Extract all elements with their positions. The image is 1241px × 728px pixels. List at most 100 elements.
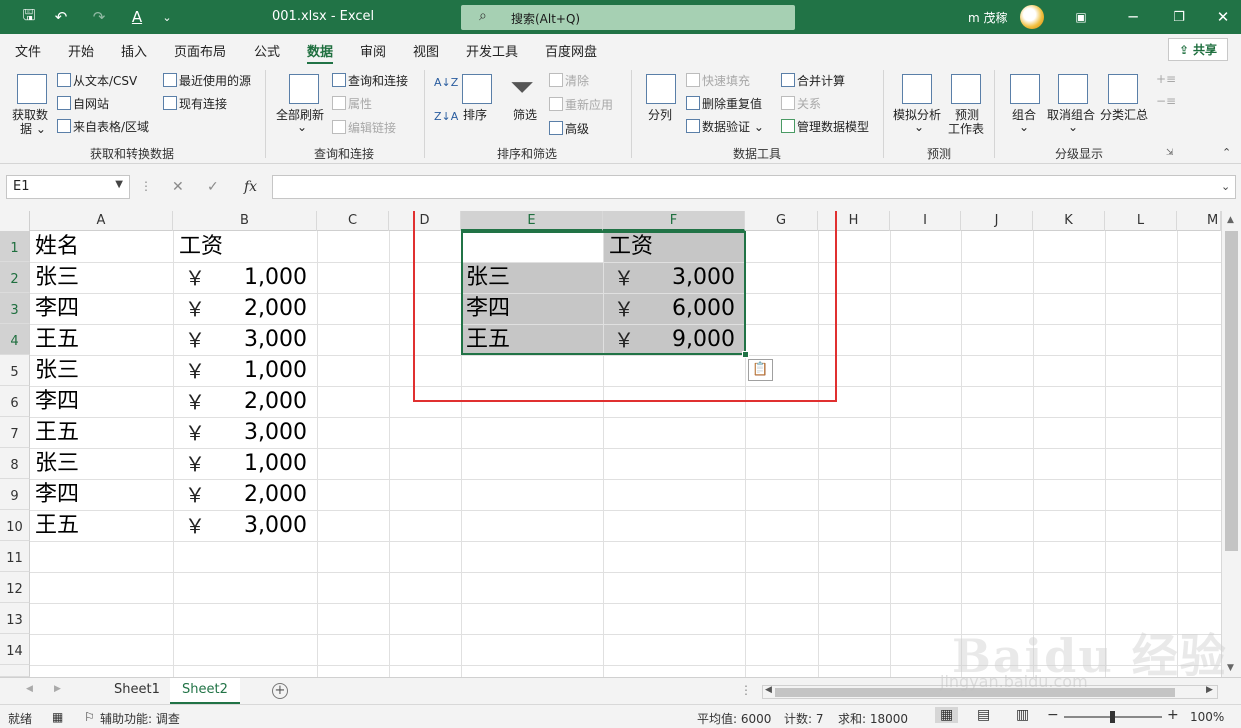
ungroup-dropdown-icon[interactable]: ⌄ xyxy=(1068,120,1078,134)
row-header-14[interactable]: 14 xyxy=(0,634,30,665)
queries-connections-button[interactable]: 查询和连接 xyxy=(332,72,408,89)
row-header-10[interactable]: 10 xyxy=(0,510,30,541)
flash-fill-button[interactable]: 快速填充 xyxy=(686,72,750,89)
cell-a5[interactable]: 张三 xyxy=(35,356,79,386)
edit-links-button[interactable]: 编辑链接 xyxy=(332,119,396,136)
customize-qat-icon[interactable]: ⌄ xyxy=(156,7,178,27)
scroll-thumb[interactable] xyxy=(1225,231,1238,551)
status-count[interactable]: 计数: 7 xyxy=(784,710,824,727)
forecast-sheet-button-l2[interactable]: 工作表 xyxy=(948,120,984,137)
column-header-l[interactable]: L xyxy=(1105,211,1177,231)
column-header-j[interactable]: J xyxy=(961,211,1033,231)
tab-file[interactable]: 文件 xyxy=(15,41,41,60)
cell-a6[interactable]: 李四 xyxy=(35,387,79,417)
reapply-button[interactable]: 重新应用 xyxy=(549,96,613,113)
page-layout-icon[interactable]: ▤ xyxy=(977,707,990,723)
dialog-launcher-icon[interactable]: ⇲ xyxy=(1166,148,1174,158)
row-header-7[interactable]: 7 xyxy=(0,417,30,448)
formula-input[interactable] xyxy=(272,175,1236,199)
status-sum[interactable]: 求和: 18000 xyxy=(838,710,908,727)
relationships-button[interactable]: 关系 xyxy=(781,95,821,112)
consolidate-button[interactable]: 合并计算 xyxy=(781,72,845,89)
macro-record-icon[interactable]: ▦ xyxy=(52,710,63,724)
search-box[interactable]: ⌕ 搜索(Alt+Q) xyxy=(461,5,795,30)
tab-view[interactable]: 视图 xyxy=(413,41,439,60)
avatar[interactable] xyxy=(1020,5,1044,29)
user-name[interactable]: m 茂稼 xyxy=(968,9,1008,26)
get-data-button-l2[interactable]: 据 ⌄ xyxy=(20,120,46,137)
cell-b6[interactable]: 2,000 xyxy=(233,387,307,417)
scroll-left-icon[interactable]: ◀ xyxy=(765,685,772,695)
from-web-button[interactable]: 自网站 xyxy=(57,95,109,112)
tab-home[interactable]: 开始 xyxy=(68,41,94,60)
normal-view-icon[interactable]: ▦ xyxy=(935,707,959,723)
worksheet-grid[interactable]: A B C D E F G H I J K L M 1 2 3 4 5 6 7 … xyxy=(0,211,1221,677)
row-header-12[interactable]: 12 xyxy=(0,572,30,603)
cell-b8[interactable]: 1,000 xyxy=(233,449,307,479)
save-icon[interactable]: 🖫 xyxy=(18,6,40,27)
ribbon-display-icon[interactable]: ▣ xyxy=(1070,7,1092,27)
cell-a2[interactable]: 张三 xyxy=(35,263,79,293)
minimize-icon[interactable]: ─ xyxy=(1122,7,1144,27)
scroll-right-icon[interactable]: ▶ xyxy=(1206,685,1213,695)
cell-a10[interactable]: 王五 xyxy=(35,511,79,541)
cancel-icon[interactable]: ✕ xyxy=(172,179,184,195)
what-if-dropdown-icon[interactable]: ⌄ xyxy=(914,120,924,134)
horizontal-scrollbar[interactable] xyxy=(762,685,1218,699)
row-header-8[interactable]: 8 xyxy=(0,448,30,479)
cell-a1[interactable]: 姓名 xyxy=(35,232,79,262)
sort-button[interactable]: 排序 xyxy=(463,106,487,123)
column-header-a[interactable]: A xyxy=(30,211,173,231)
cell-a8[interactable]: 张三 xyxy=(35,449,79,479)
select-all-corner[interactable] xyxy=(0,211,30,231)
accessibility-icon[interactable]: ⚐ xyxy=(84,710,95,724)
refresh-dropdown-icon[interactable]: ⌄ xyxy=(297,120,307,134)
chevron-down-icon[interactable]: ▼ xyxy=(115,179,123,190)
from-text-csv-button[interactable]: 从文本/CSV xyxy=(57,72,137,89)
sort-desc-icon[interactable]: Z↓A xyxy=(434,110,458,123)
filter-button[interactable]: 筛选 xyxy=(513,106,537,123)
restore-icon[interactable]: ❐ xyxy=(1168,7,1190,27)
cell-b10[interactable]: 3,000 xyxy=(233,511,307,541)
show-detail-icon[interactable]: +≡ xyxy=(1156,72,1176,86)
cell-b1[interactable]: 工资 xyxy=(179,232,223,262)
cell-b7[interactable]: 3,000 xyxy=(233,418,307,448)
row-header-2[interactable]: 2 xyxy=(0,262,30,293)
sheet-tab-sheet1[interactable]: Sheet1 xyxy=(102,678,172,704)
name-box[interactable]: E1 ▼ xyxy=(6,175,130,199)
expand-formula-icon[interactable]: ⌄ xyxy=(1221,180,1230,193)
zoom-in-icon[interactable]: + xyxy=(1167,707,1179,723)
properties-button[interactable]: 属性 xyxy=(332,95,372,112)
enter-icon[interactable]: ✓ xyxy=(207,179,219,195)
cell-b9[interactable]: 2,000 xyxy=(233,480,307,510)
row-header-3[interactable]: 3 xyxy=(0,293,30,324)
cell-b5[interactable]: 1,000 xyxy=(233,356,307,386)
status-average[interactable]: 平均值: 6000 xyxy=(697,710,771,727)
sheet-tab-sheet2[interactable]: Sheet2 xyxy=(170,678,240,704)
from-table-button[interactable]: 来自表格/区域 xyxy=(57,118,149,135)
cell-a9[interactable]: 李四 xyxy=(35,480,79,510)
row-header-6[interactable]: 6 xyxy=(0,386,30,417)
next-sheet-icon[interactable]: ▶ xyxy=(54,684,61,694)
cell-b2[interactable]: 1,000 xyxy=(233,263,307,293)
existing-connections-button[interactable]: 现有连接 xyxy=(163,95,227,112)
column-header-c[interactable]: C xyxy=(317,211,389,231)
tab-page-layout[interactable]: 页面布局 xyxy=(174,41,226,60)
font-color-icon[interactable]: A xyxy=(126,7,148,27)
text-to-columns-button[interactable]: 分列 xyxy=(648,106,672,123)
group-dropdown-icon[interactable]: ⌄ xyxy=(1019,120,1029,134)
tab-formulas[interactable]: 公式 xyxy=(254,41,280,60)
tab-insert[interactable]: 插入 xyxy=(121,41,147,60)
data-validation-button[interactable]: 数据验证 ⌄ xyxy=(686,118,764,135)
more-options-icon[interactable]: ⋮ xyxy=(740,683,752,697)
more-options-icon[interactable]: ⋮ xyxy=(140,179,152,193)
tab-data[interactable]: 数据 xyxy=(307,41,334,65)
column-header-k[interactable]: K xyxy=(1033,211,1105,231)
cell-b4[interactable]: 3,000 xyxy=(233,325,307,355)
row-header-9[interactable]: 9 xyxy=(0,479,30,510)
column-header-b[interactable]: B xyxy=(173,211,317,231)
cell-a3[interactable]: 李四 xyxy=(35,294,79,324)
scroll-thumb[interactable] xyxy=(775,688,1175,697)
row-header-13[interactable]: 13 xyxy=(0,603,30,634)
add-sheet-icon[interactable]: + xyxy=(272,683,288,699)
